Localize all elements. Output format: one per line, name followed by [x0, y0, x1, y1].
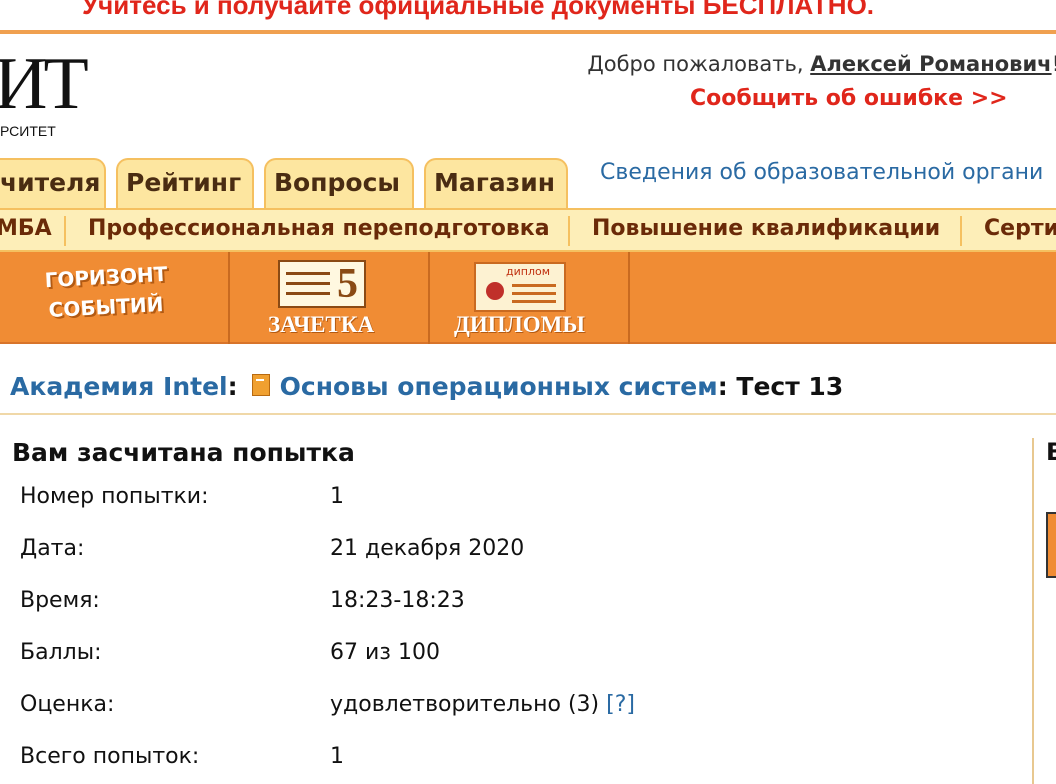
menu-separator [64, 216, 66, 246]
tab-teachers[interactable]: чителя [0, 158, 106, 212]
diploma-icon[interactable]: диплом [474, 262, 566, 312]
score-value: 67 из 100 [330, 640, 440, 665]
zachetka-icon[interactable]: 5 [278, 260, 366, 308]
services-separator [628, 252, 630, 344]
site-logo[interactable]: ИТ [0, 44, 89, 124]
menu-separator [568, 216, 570, 246]
right-panel-heading: В [1046, 438, 1056, 466]
grade-label: Оценка: [20, 692, 115, 717]
user-name-link[interactable]: Алексей Романович [810, 52, 1051, 76]
diploma-icon-line [512, 284, 556, 287]
tab-questions-label: Вопросы [274, 168, 401, 197]
diploma-icon-line [512, 300, 556, 303]
divider [0, 413, 1056, 415]
tab-shop-label: Магазин [434, 168, 555, 197]
menu-item-mba[interactable]: МБА [0, 216, 52, 241]
diploma-seal-icon [486, 282, 504, 300]
menu-item-retraining[interactable]: Профессиональная переподготовка [88, 216, 550, 241]
tab-rating-label: Рейтинг [126, 168, 242, 197]
tab-shop[interactable]: Магазин [424, 158, 568, 212]
breadcrumb-separator: : [227, 372, 238, 401]
breadcrumb-separator: : [717, 372, 728, 401]
column-divider [1032, 438, 1034, 784]
horizon-events-link[interactable]: ГОРИЗОНТ СОБЫТИЙ [6, 262, 206, 332]
services-separator [228, 252, 230, 344]
time-value: 18:23-18:23 [330, 588, 465, 613]
breadcrumb-course-link[interactable]: Основы операционных систем [280, 372, 718, 401]
breadcrumb-academy-link[interactable]: Академия Intel [10, 372, 228, 401]
grade-value: удовлетворительно (3) [?] [330, 692, 635, 717]
welcome-suffix: ! [1052, 52, 1056, 76]
tab-questions[interactable]: Вопросы [264, 158, 414, 212]
tab-rating[interactable]: Рейтинг [116, 158, 254, 212]
result-title: Вам засчитана попытка [12, 438, 355, 467]
diploma-icon-tag: диплом [506, 265, 551, 278]
diplomas-link[interactable]: ДИПЛОМЫ [454, 312, 585, 338]
report-error-link[interactable]: Сообщить об ошибке >> [690, 86, 1008, 111]
menu-item-certification[interactable]: Серти [984, 216, 1056, 241]
date-label: Дата: [20, 536, 85, 561]
promo-banner[interactable]: Учитесь и получайте официальные документ… [0, 0, 1056, 34]
date-value: 21 декабря 2020 [330, 536, 525, 561]
grade-text: удовлетворительно (3) [330, 692, 600, 717]
org-info-link[interactable]: Сведения об образовательной органи [600, 160, 1043, 185]
promo-banner-text[interactable]: Учитесь и получайте официальные документ… [82, 0, 874, 21]
menu-item-qualification[interactable]: Повышение квалификации [592, 216, 940, 241]
breadcrumb: Академия Intel: Основы операционных систе… [10, 372, 843, 402]
zachetka-icon-line [286, 272, 330, 275]
zachetka-icon-line [286, 282, 330, 285]
time-label: Время: [20, 588, 100, 613]
welcome-prefix: Добро пожаловать, [587, 52, 811, 76]
program-menu: МБА Профессиональная переподготовка Повы… [0, 208, 1056, 252]
welcome-message: Добро пожаловать, Алексей Романович! [587, 52, 1056, 76]
zachetka-link[interactable]: ЗАЧЕТКА [268, 312, 374, 338]
menu-separator [960, 216, 962, 246]
attempt-number-label: Номер попытки: [20, 484, 209, 509]
zachetka-icon-line [286, 292, 330, 295]
breadcrumb-test-title: Тест 13 [736, 372, 844, 401]
score-label: Баллы: [20, 640, 102, 665]
total-attempts-value: 1 [330, 744, 344, 769]
tab-teachers-label: чителя [0, 168, 101, 197]
services-separator [428, 252, 430, 344]
zachetka-icon-digit: 5 [337, 261, 358, 307]
grade-help-link[interactable]: [?] [606, 692, 635, 717]
diploma-icon-line [512, 292, 556, 295]
site-logo-subtitle: РСИТЕТ [0, 123, 56, 139]
attempt-number-value: 1 [330, 484, 344, 509]
total-attempts-label: Всего попыток: [20, 744, 200, 769]
book-icon [251, 374, 270, 396]
right-panel-button[interactable] [1046, 512, 1056, 578]
